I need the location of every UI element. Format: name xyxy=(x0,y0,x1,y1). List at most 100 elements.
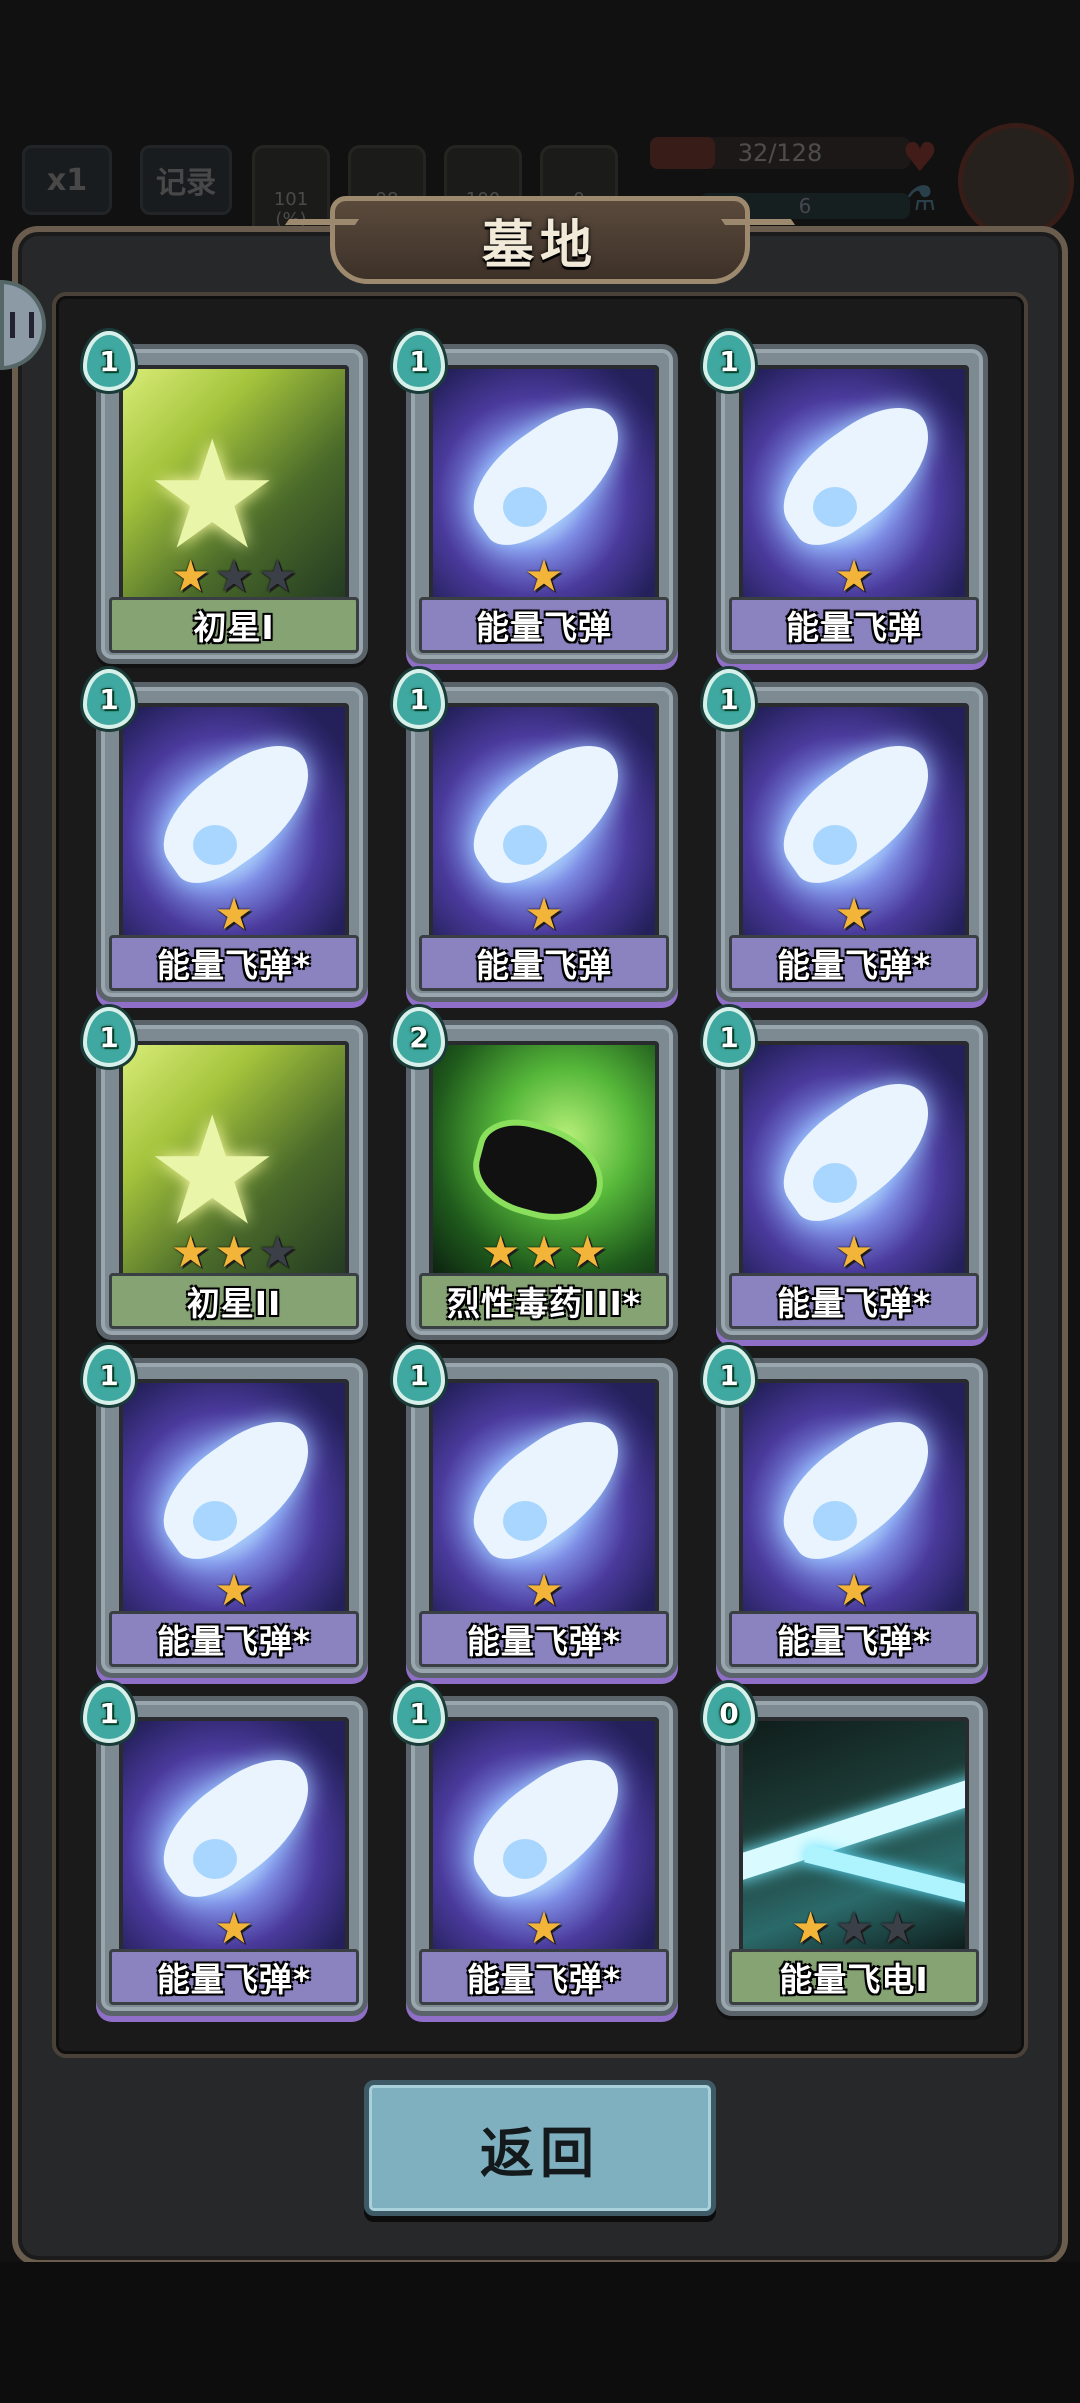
mana-text: 6 xyxy=(798,194,812,218)
card-name: 能量飞弹* xyxy=(776,946,932,985)
card-name-banner: 能量飞弹* xyxy=(109,1611,359,1667)
card-stars: ★ ★ ★ xyxy=(101,1231,367,1275)
avatar[interactable] xyxy=(958,123,1074,239)
card[interactable]: ★ 能量飞弹* 1 xyxy=(393,1683,678,2016)
hp-bar: 32/128 xyxy=(650,137,910,169)
card-cost: 1 xyxy=(409,682,429,716)
speed-label: x1 xyxy=(46,162,88,198)
card-stars: ★ xyxy=(101,1907,367,1951)
flask-icon: ⚗ xyxy=(906,179,937,219)
card-name: 烈性毒药III* xyxy=(446,1284,642,1323)
star-icon: ★ xyxy=(170,551,211,602)
card-cost: 1 xyxy=(99,1020,119,1054)
card-stars: ★ xyxy=(101,1569,367,1613)
star-icon: ★ xyxy=(834,1227,874,1278)
card-name-banner: 能量飞弹* xyxy=(109,1949,359,2005)
hp-text: 32/128 xyxy=(737,139,823,167)
card-cost: 1 xyxy=(409,344,429,378)
star-icon: ★ xyxy=(214,1565,254,1616)
card-cost: 1 xyxy=(719,1358,739,1392)
card[interactable]: ★ 能量飞弹* 1 xyxy=(393,1345,678,1678)
card-name-banner: 能量飞弹* xyxy=(729,1611,979,1667)
card-name: 能量飞弹* xyxy=(776,1284,932,1323)
card-cost: 1 xyxy=(409,1358,429,1392)
card-name: 能量飞弹* xyxy=(156,1622,312,1661)
star-icon: ★ xyxy=(214,551,254,602)
star-icon: ★ xyxy=(790,1903,831,1954)
card-name-banner: 能量飞电I xyxy=(729,1949,979,2005)
star-icon: ★ xyxy=(214,1227,254,1278)
card-name-banner: 能量飞弹 xyxy=(419,597,669,653)
card-name: 初星I xyxy=(193,608,275,647)
card-name-banner: 能量飞弹* xyxy=(109,935,359,991)
card-name: 能量飞电I xyxy=(779,1960,929,1999)
card-name-banner: 能量飞弹* xyxy=(419,1611,669,1667)
back-button[interactable]: 返回 xyxy=(364,2080,716,2216)
card-cost: 0 xyxy=(719,1696,739,1730)
card-stars: ★ xyxy=(101,893,367,937)
card-name: 初星II xyxy=(186,1284,282,1323)
card-name: 能量飞弹 xyxy=(476,946,612,985)
bottom-strip xyxy=(0,2262,1080,2403)
card[interactable]: ★★★初星I1 xyxy=(83,331,368,664)
card-name-banner: 烈性毒药III* xyxy=(419,1273,669,1329)
card-name-banner: 能量飞弹* xyxy=(729,1273,979,1329)
heart-icon: ♥ xyxy=(902,135,938,181)
card-cost: 2 xyxy=(409,1020,429,1054)
star-icon: ★ xyxy=(480,1227,521,1278)
title-plate: 墓地 xyxy=(330,196,750,284)
star-icon: ★ xyxy=(524,889,564,940)
card-cost: 1 xyxy=(409,1696,429,1730)
card[interactable]: ★ 能量飞弹* 1 xyxy=(83,1345,368,1678)
card[interactable]: ★ 能量飞弹 1 xyxy=(393,669,678,1002)
card-stars: ★ xyxy=(721,1569,987,1613)
card-stars: ★ xyxy=(721,893,987,937)
back-button-label: 返回 xyxy=(480,2121,600,2185)
card-name: 能量飞弹* xyxy=(466,1622,622,1661)
star-icon: ★ xyxy=(524,1565,564,1616)
card[interactable]: ★ 能量飞弹 1 xyxy=(393,331,678,664)
star-icon: ★ xyxy=(214,889,254,940)
star-icon: ★ xyxy=(170,1227,211,1278)
card[interactable]: ★ 能量飞弹 1 xyxy=(703,331,988,664)
card-cost: 1 xyxy=(99,1696,119,1730)
card-stars: ★ xyxy=(411,893,677,937)
card-cost: 1 xyxy=(719,682,739,716)
card-name-banner: 能量飞弹* xyxy=(729,935,979,991)
record-button[interactable]: 记录 xyxy=(140,145,232,215)
star-icon: ★ xyxy=(524,551,564,602)
card-name: 能量飞弹* xyxy=(156,1960,312,1999)
card[interactable]: ★ 能量飞弹* 1 xyxy=(703,1007,988,1340)
graveyard-screen: x1 记录 101 (%) 98 100 0 32/128 6 ♥ ⚗ 墓地 ★… xyxy=(0,0,1080,2403)
speed-button[interactable]: x1 xyxy=(22,145,112,215)
card-cost: 1 xyxy=(99,344,119,378)
card-name: 能量飞弹* xyxy=(156,946,312,985)
card[interactable]: ★ 能量飞弹* 1 xyxy=(83,669,368,1002)
card-name-banner: 初星II xyxy=(109,1273,359,1329)
star-icon: ★ xyxy=(567,1227,608,1278)
star-icon: ★ xyxy=(257,1227,298,1278)
card-name-banner: 初星I xyxy=(109,597,359,653)
hp-bar-fill xyxy=(650,137,715,169)
star-icon: ★ xyxy=(257,551,298,602)
card-cost: 1 xyxy=(719,344,739,378)
card-stars: ★ ★ ★ xyxy=(101,555,367,599)
card-stars: ★ xyxy=(411,1907,677,1951)
card-name-banner: 能量飞弹 xyxy=(419,935,669,991)
star-icon: ★ xyxy=(524,1903,564,1954)
card-stars: ★ ★ ★ xyxy=(411,1231,677,1275)
card-name: 能量飞弹* xyxy=(466,1960,622,1999)
panel-title: 墓地 xyxy=(481,215,598,276)
card-name: 能量飞弹* xyxy=(776,1622,932,1661)
card-cost: 1 xyxy=(99,682,119,716)
card[interactable]: ★ ★ ★ 能量飞电I 0 xyxy=(703,1683,988,2016)
card-stars: ★ xyxy=(411,1569,677,1613)
card[interactable]: ★ 能量飞弹* 1 xyxy=(703,669,988,1002)
card-name-banner: 能量飞弹* xyxy=(419,1949,669,2005)
card[interactable]: ★ 能量飞弹* 1 xyxy=(83,1683,368,2016)
card[interactable]: ★★★初星II1 xyxy=(83,1007,368,1340)
card[interactable]: ★ ★ ★ 烈性毒药III* 2 xyxy=(393,1007,678,1340)
card-stars: ★ xyxy=(411,555,677,599)
card-stars: ★ xyxy=(721,555,987,599)
card[interactable]: ★ 能量飞弹* 1 xyxy=(703,1345,988,1678)
